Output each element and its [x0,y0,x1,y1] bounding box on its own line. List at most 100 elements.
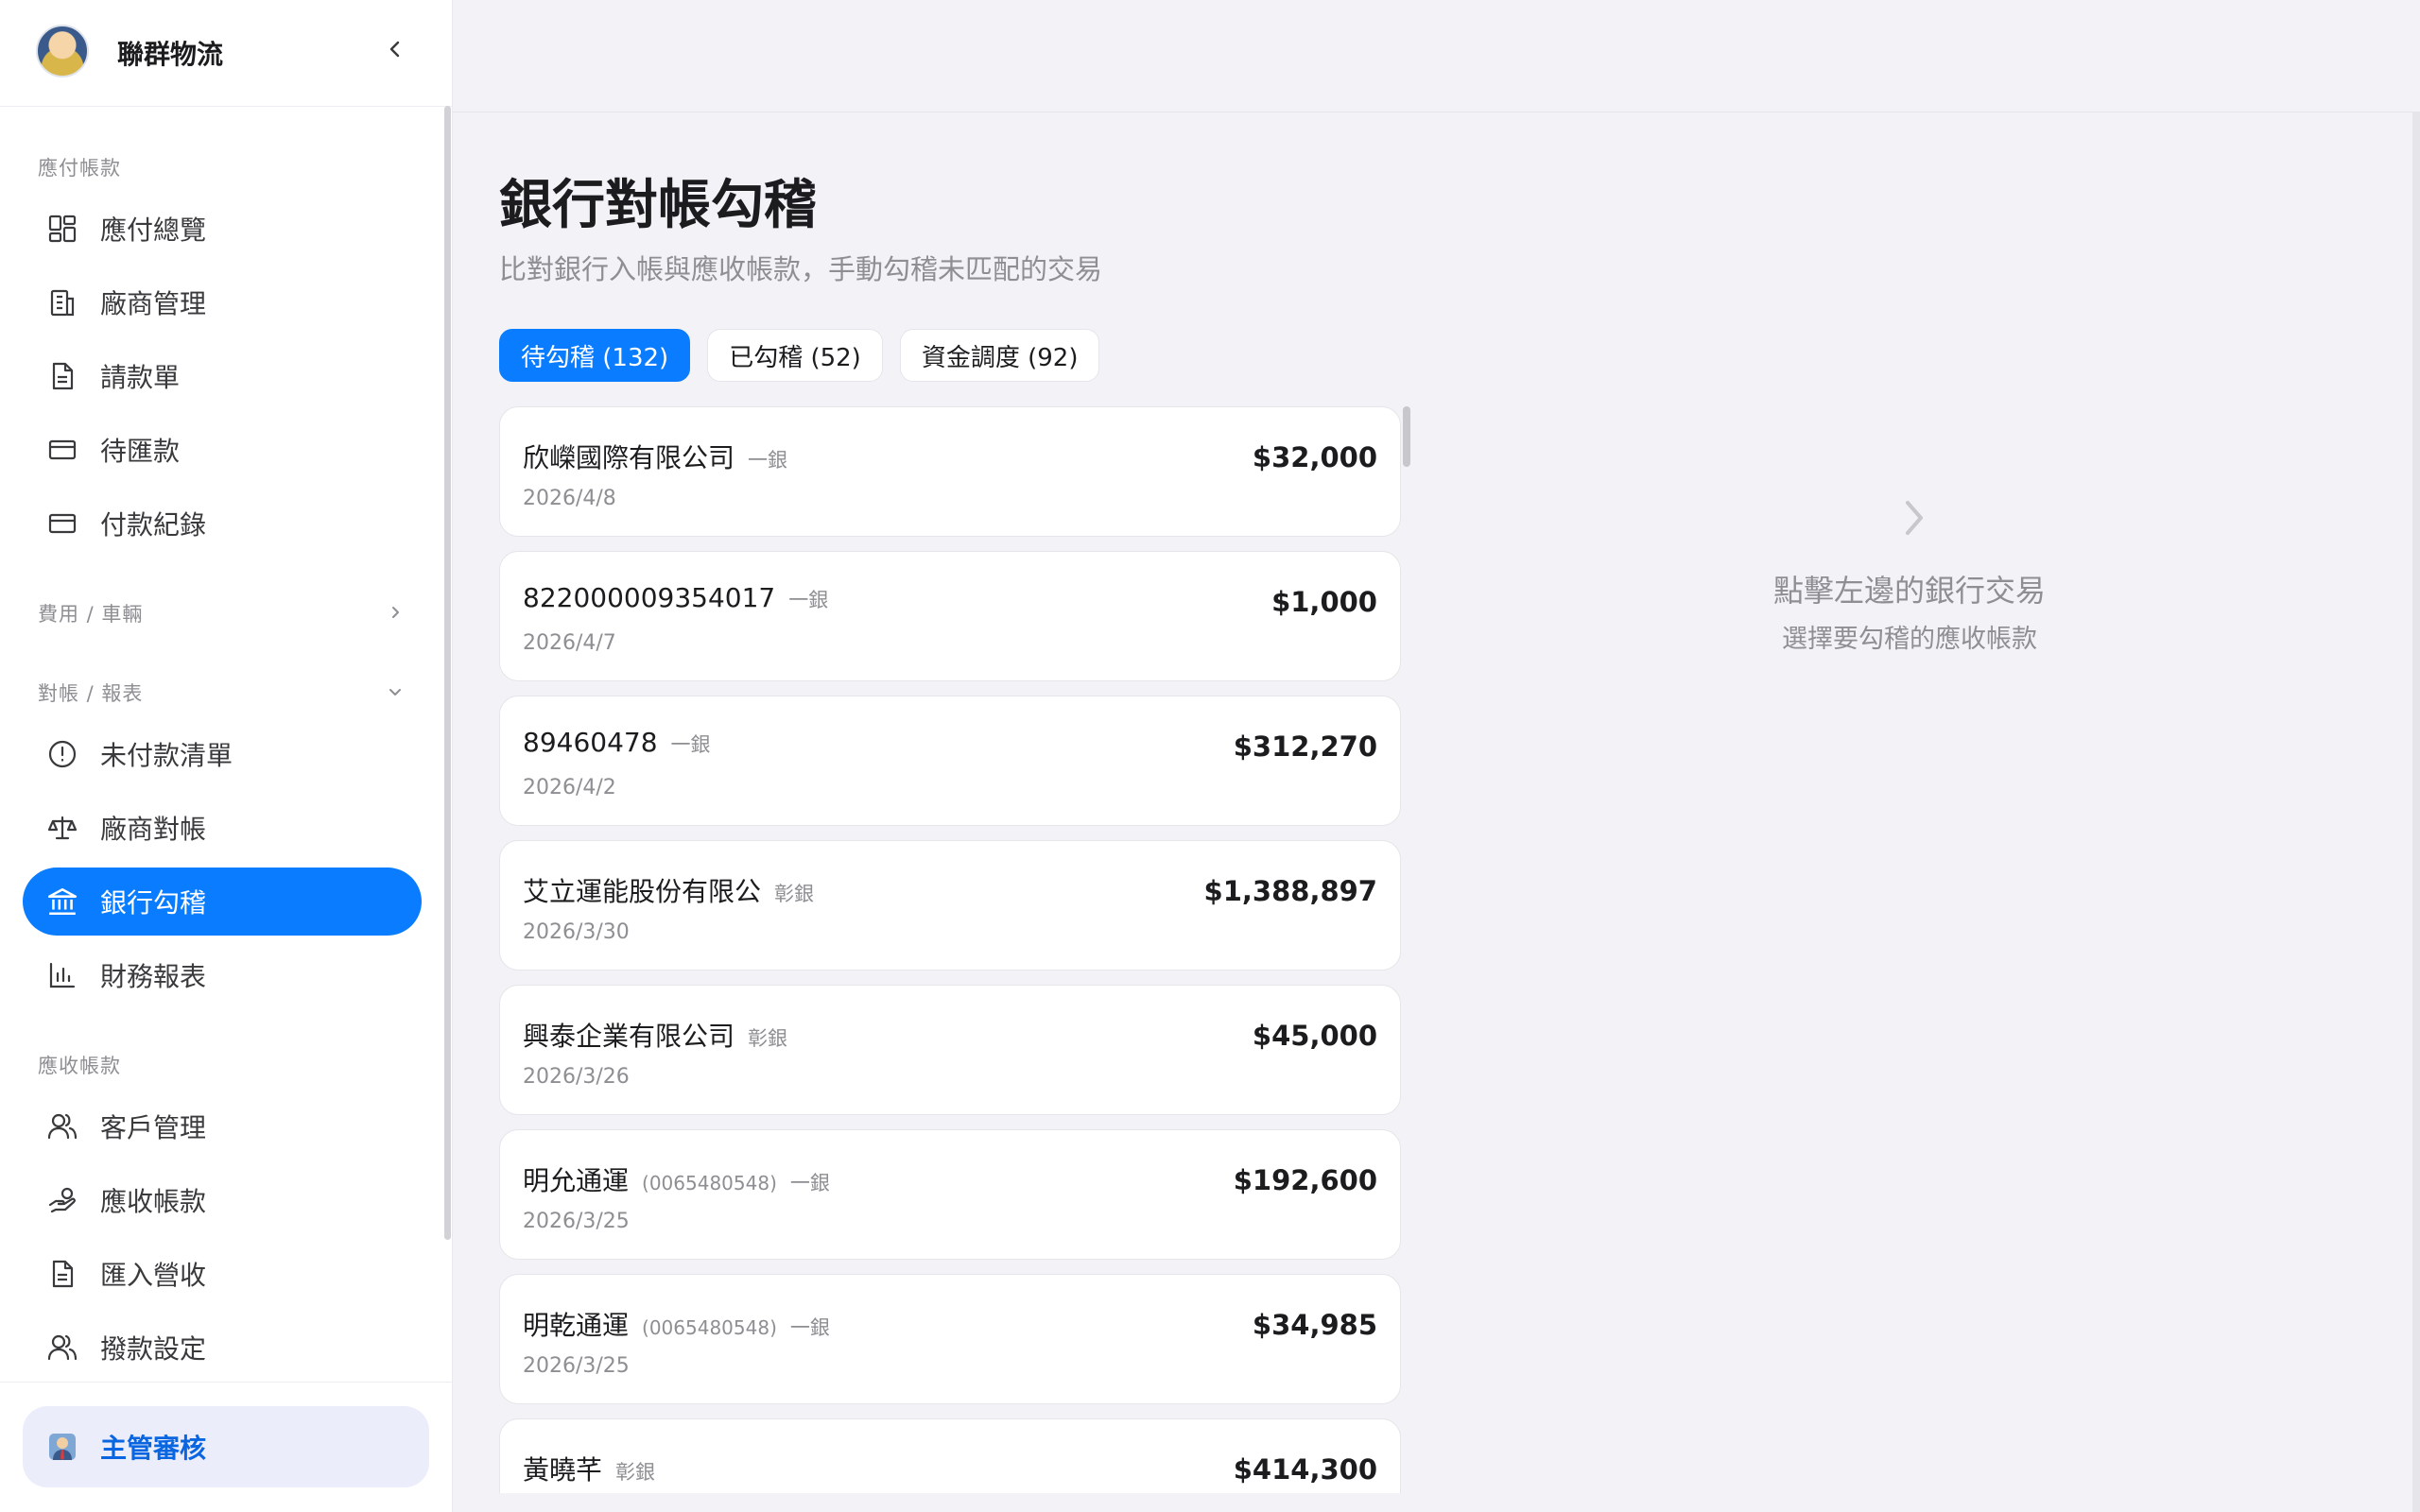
bank-badge: 一銀 [789,1316,830,1339]
transaction-amount: $45,000 [1252,1020,1377,1052]
transaction-name: 明允通運 [523,1165,630,1196]
transaction-name: 興泰企業有限公司 [523,1021,735,1052]
transaction-date: 2026/4/8 [523,487,616,510]
transaction-card[interactable]: 明乾通運 (0065480548) 一銀 2026/3/25 $34,985 [499,1274,1401,1404]
section-label-receivables: 應收帳款 [38,1055,121,1077]
brand-name: 聯群物流 [117,39,224,70]
document-icon [45,1257,79,1291]
sidebar-item-financial-reports[interactable]: 財務報表 [23,941,422,1009]
scale-icon [45,811,79,845]
transaction-date: 2026/3/30 [523,920,630,944]
transaction-amount: $32,000 [1252,441,1377,473]
sidebar-item-payment-records[interactable]: 付款紀錄 [23,490,422,558]
avatar[interactable] [36,25,89,77]
sidebar-item-vendor-recon[interactable]: 廠商對帳 [23,794,422,862]
transaction-name: 艾立運能股份有限公 [523,876,762,907]
bank-badge: 一銀 [789,1172,830,1194]
transaction-name: 欣嶸國際有限公司 [523,442,735,473]
transaction-date: 2026/3/25 [523,1210,630,1233]
transaction-date: 2026/4/7 [523,631,616,655]
sidebar-item-label: 客戶管理 [100,1112,207,1143]
section-label-expenses[interactable]: 費用 / 車輛 [38,599,143,627]
chevron-right-icon [1898,497,1930,539]
supervisor-review-label: 主管審核 [100,1433,207,1464]
credit-card-icon [45,507,79,541]
detail-empty-title: 點擊左邊的銀行交易 [1772,573,2046,609]
transaction-date: 2026/4/2 [523,776,616,799]
transaction-card[interactable]: 艾立運能股份有限公 彰銀 2026/3/30 $1,388,897 [499,840,1401,971]
tab-checked[interactable]: 已勾稽 (52) [707,329,883,382]
tab-bar: 待勾稽 (132) 已勾稽 (52) 資金調度 (92) [499,329,1100,382]
sidebar-item-bank-check[interactable]: 銀行勾稽 [23,868,422,936]
transaction-amount: $192,600 [1233,1164,1377,1196]
transaction-card[interactable]: 欣嶸國際有限公司 一銀 2026/4/8 $32,000 [499,406,1401,537]
sidebar-item-label: 廠商對帳 [100,814,207,845]
sidebar-header: 聯群物流 [0,0,452,107]
transaction-card[interactable]: 興泰企業有限公司 彰銀 2026/3/26 $45,000 [499,985,1401,1115]
sidebar-item-payment-request[interactable]: 請款單 [23,342,422,410]
sidebar-item-label: 銀行勾稽 [100,887,207,919]
sidebar-item-label: 應收帳款 [100,1186,207,1217]
transaction-amount: $312,270 [1233,730,1377,763]
sidebar-item-customer-mgmt[interactable]: 客戶管理 [23,1092,422,1160]
sidebar-item-ap-overview[interactable]: 應付總覽 [23,195,422,263]
bank-badge: 一銀 [748,449,788,472]
collapse-sidebar-button[interactable] [378,32,412,66]
sidebar: 聯群物流 應付帳款 應付總覽 廠商管理 請款單 待匯款 付款紀錄 費用 / 車輛… [0,0,453,1512]
transaction-amount: $1,388,897 [1203,875,1377,907]
manager-icon [45,1430,79,1464]
section-label-payables: 應付帳款 [38,157,121,180]
transaction-list: 欣嶸國際有限公司 一銀 2026/4/8 $32,000 822000009354… [499,406,1403,1493]
transaction-card[interactable]: 822000009354017 一銀 2026/4/7 $1,000 [499,551,1401,681]
grid-icon [45,212,79,246]
tab-fund-allocation[interactable]: 資金調度 (92) [899,329,1100,382]
transaction-date: 2026/3/25 [523,1354,630,1378]
document-icon [45,359,79,393]
sidebar-scrollbar[interactable] [444,106,451,1240]
transaction-name: 黃曉芊 [523,1454,603,1486]
sidebar-item-label: 廠商管理 [100,288,207,319]
bank-badge: 彰銀 [748,1027,788,1050]
account-number: (0065480548) [642,1316,777,1339]
users-icon [45,1331,79,1365]
chevron-down-icon[interactable] [384,680,406,703]
hand-coins-icon [45,1183,79,1217]
sidebar-item-label: 未付款清單 [100,740,233,771]
transaction-name: 822000009354017 [523,582,776,613]
bank-badge: 彰銀 [615,1461,656,1484]
page-scrollbar[interactable] [2412,112,2420,1512]
supervisor-review-button[interactable]: 主管審核 [23,1406,429,1487]
transaction-name: 明乾通運 [523,1310,630,1341]
sidebar-item-vendor-mgmt[interactable]: 廠商管理 [23,268,422,336]
transaction-card[interactable]: 黃曉芊 彰銀 $414,300 [499,1418,1401,1493]
chevron-left-icon [389,41,400,58]
alert-circle-icon [45,737,79,771]
sidebar-item-label: 撥款設定 [100,1333,207,1365]
section-label-reconciliation[interactable]: 對帳 / 報表 [38,679,143,707]
sidebar-item-ar[interactable]: 應收帳款 [23,1166,422,1234]
sidebar-item-import-revenue[interactable]: 匯入營收 [23,1240,422,1308]
sidebar-footer-divider [0,1382,452,1383]
transaction-card[interactable]: 明允通運 (0065480548) 一銀 2026/3/25 $192,600 [499,1129,1401,1260]
bank-badge: 彰銀 [774,883,815,905]
page-subtitle: 比對銀行入帳與應收帳款，手動勾稽未匹配的交易 [499,253,1103,285]
building-icon [45,285,79,319]
sidebar-item-label: 財務報表 [100,961,207,992]
bank-icon [45,885,79,919]
detail-empty-subtitle: 選擇要勾稽的應收帳款 [1782,625,2037,654]
transaction-card[interactable]: 89460478 一銀 2026/4/2 $312,270 [499,696,1401,826]
sidebar-item-label: 應付總覽 [100,215,207,246]
sidebar-item-label: 付款紀錄 [100,509,207,541]
tab-pending[interactable]: 待勾稽 (132) [499,329,691,382]
sidebar-item-disbursement-settings[interactable]: 撥款設定 [23,1314,422,1382]
transaction-amount: $1,000 [1271,586,1377,618]
sidebar-item-pending-remit[interactable]: 待匯款 [23,416,422,484]
chevron-right-icon[interactable] [384,601,406,624]
list-scrollbar[interactable] [1403,406,1410,467]
top-bar [453,0,2420,112]
sidebar-item-unpaid-list[interactable]: 未付款清單 [23,720,422,788]
transaction-amount: $414,300 [1233,1453,1377,1486]
transaction-date: 2026/3/26 [523,1065,630,1089]
credit-card-icon [45,433,79,467]
bank-badge: 一銀 [670,733,711,756]
